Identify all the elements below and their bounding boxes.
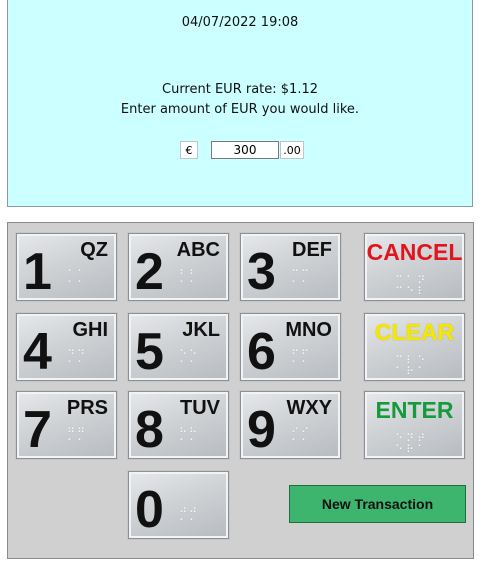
euro-symbol: € — [180, 141, 198, 159]
key-letters: PRS — [66, 397, 108, 419]
braille-icon: ⠃⠃ ⠁⠁ — [179, 269, 200, 292]
braille-icon: ⠓⠓ ⠁⠁ — [179, 427, 200, 450]
key-digit: 4 — [23, 323, 52, 381]
key-digit: 8 — [135, 401, 164, 459]
key-digit: 1 — [23, 243, 52, 301]
amount-prompt-text: Enter amount of EUR you would like. — [120, 102, 360, 117]
key-digit: 2 — [135, 243, 164, 301]
key-0[interactable]: 0 ⠚⠚ ⠁⠁ — [128, 471, 229, 539]
key-letters: TUV — [180, 397, 220, 419]
key-letters: DEF — [292, 239, 332, 261]
key-digit: 0 — [135, 481, 164, 539]
key-6[interactable]: 6 MNO ⠋⠋ ⠁⠁ — [240, 313, 341, 381]
atm-display: 04/07/2022 19:08 Current EUR rate: $1.12… — [7, 0, 473, 207]
key-5[interactable]: 5 JKL ⠑⠑ ⠁⠁ — [128, 313, 229, 381]
braille-icon: ⠑⠑ ⠁⠁ — [179, 349, 200, 372]
amount-input[interactable] — [211, 141, 279, 159]
key-7[interactable]: 7 PRS ⠛⠛ ⠁⠁ — [16, 391, 117, 459]
key-digit: 9 — [247, 401, 276, 459]
braille-icon: ⠙⠙ ⠁⠁ — [67, 349, 88, 372]
key-letters: JKL — [182, 319, 220, 341]
enter-key[interactable]: ENTER ⠑⠝⠞ ⠑⠗⠁ — [364, 391, 465, 459]
braille-icon: ⠉⠁⠝ ⠉⠑⠇ — [395, 275, 429, 298]
braille-icon: ⠁⠁ ⠁⠁ — [67, 269, 88, 292]
braille-icon: ⠑⠝⠞ ⠑⠗⠁ — [395, 433, 429, 456]
braille-icon: ⠊⠊ ⠁⠁ — [291, 427, 312, 450]
key-letters: GHI — [72, 319, 108, 341]
key-letters: MNO — [285, 319, 332, 341]
key-letters: QZ — [80, 239, 108, 261]
clear-key[interactable]: CLEAR ⠉⠇⠑ ⠁⠗⠁ — [364, 313, 465, 381]
key-digit: 6 — [247, 323, 276, 381]
braille-icon: ⠉⠉ ⠁⠁ — [291, 269, 312, 292]
keypad-panel: 1 QZ ⠁⠁ ⠁⠁ 2 ABC ⠃⠃ ⠁⠁ 3 DEF ⠉⠉ ⠁⠁ CANCEL ⠉… — [7, 222, 474, 559]
key-4[interactable]: 4 GHI ⠙⠙ ⠁⠁ — [16, 313, 117, 381]
key-9[interactable]: 9 WXY ⠊⠊ ⠁⠁ — [240, 391, 341, 459]
key-1[interactable]: 1 QZ ⠁⠁ ⠁⠁ — [16, 233, 117, 301]
cents-suffix: .00 — [280, 141, 304, 159]
key-2[interactable]: 2 ABC ⠃⠃ ⠁⠁ — [128, 233, 229, 301]
new-transaction-button[interactable]: New Transaction — [289, 485, 466, 523]
cancel-key[interactable]: CANCEL ⠉⠁⠝ ⠉⠑⠇ — [364, 233, 465, 301]
clear-label: CLEAR — [374, 319, 455, 345]
braille-icon: ⠛⠛ ⠁⠁ — [67, 427, 88, 450]
braille-icon: ⠉⠇⠑ ⠁⠗⠁ — [395, 355, 429, 378]
exchange-rate-text: Current EUR rate: $1.12 — [162, 82, 318, 97]
key-digit: 5 — [135, 323, 164, 381]
braille-icon: ⠚⠚ ⠁⠁ — [179, 507, 200, 530]
enter-label: ENTER — [375, 397, 454, 423]
key-letters: ABC — [176, 239, 220, 261]
key-digit: 3 — [247, 243, 276, 301]
key-letters: WXY — [286, 397, 332, 419]
key-8[interactable]: 8 TUV ⠓⠓ ⠁⠁ — [128, 391, 229, 459]
key-digit: 7 — [23, 401, 52, 459]
braille-icon: ⠋⠋ ⠁⠁ — [291, 349, 312, 372]
key-3[interactable]: 3 DEF ⠉⠉ ⠁⠁ — [240, 233, 341, 301]
datetime-display: 04/07/2022 19:08 — [181, 15, 299, 30]
cancel-label: CANCEL — [366, 239, 463, 265]
